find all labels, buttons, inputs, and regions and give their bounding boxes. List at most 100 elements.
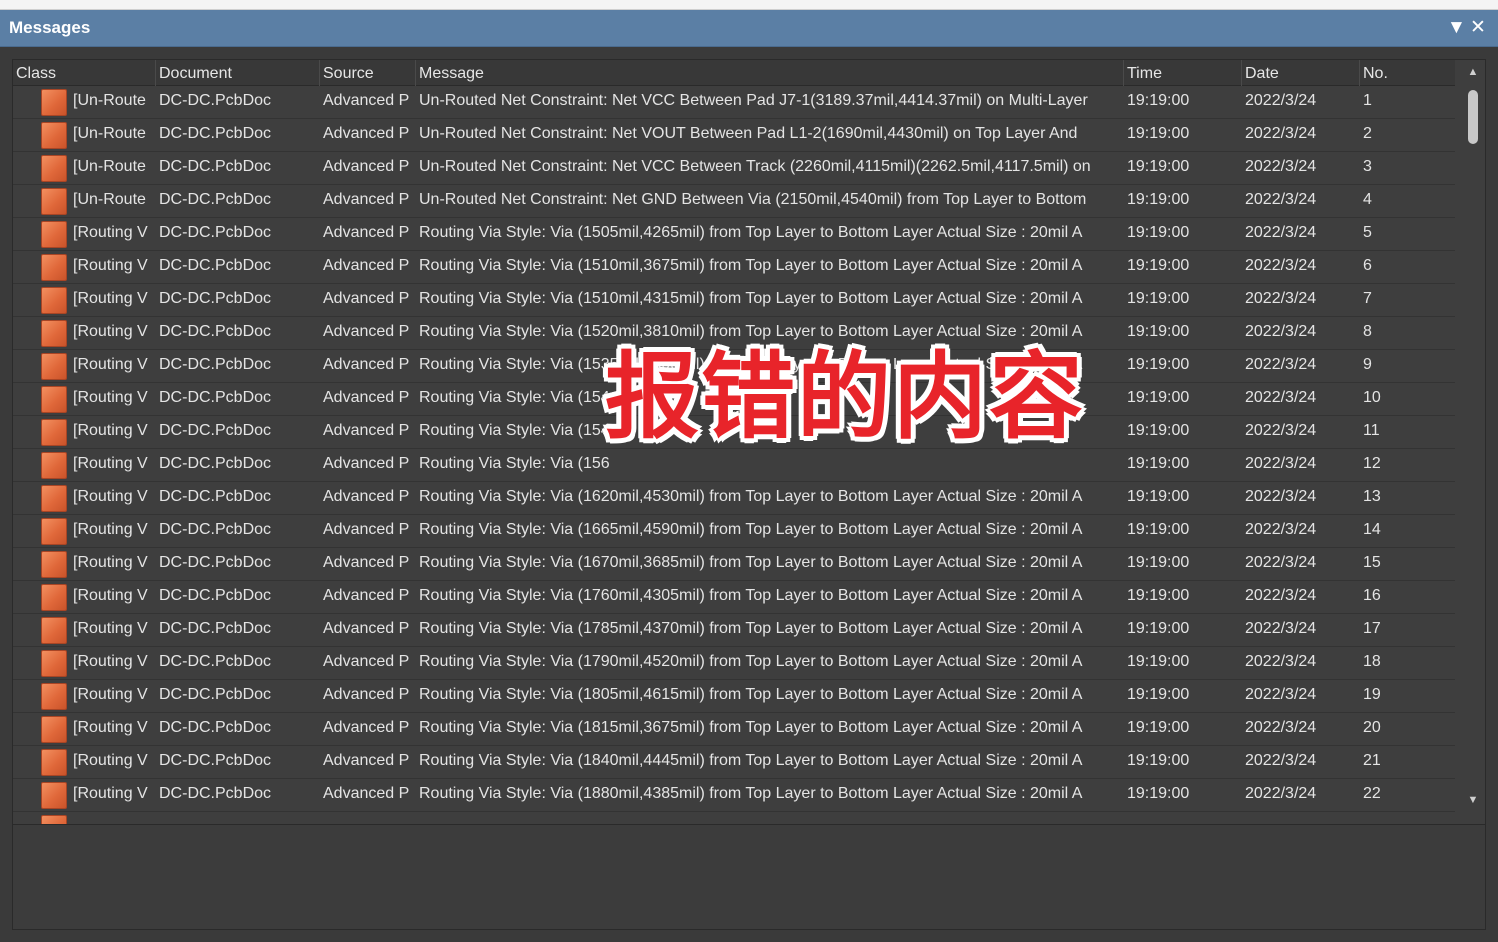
- cell-source: Advanced P: [323, 554, 410, 571]
- table-row[interactable]: [Routing V DC-DC.PcbDoc Advanced P Routing …: [13, 482, 1455, 515]
- table-row[interactable]: [Routing V DC-DC.PcbDoc Advanced P Routing …: [13, 251, 1455, 284]
- cell-time: 19:19:00: [1127, 323, 1190, 340]
- cell-source: Advanced P: [323, 290, 410, 307]
- cell-date: 2022/3/24: [1245, 488, 1317, 505]
- cell-source: Advanced P: [323, 125, 410, 142]
- column-header-source[interactable]: Source: [320, 60, 416, 86]
- table-row[interactable]: [Routing V DC-DC.PcbDoc Advanced P Routing …: [13, 614, 1455, 647]
- cell-class: [Routing V: [73, 719, 148, 736]
- cell-document: DC-DC.PcbDoc: [159, 752, 272, 769]
- cell-class: [Routing V: [73, 257, 148, 274]
- cell-class: [Routing V: [73, 785, 148, 802]
- cell-message: Routing Via Style: Via (154: [419, 422, 610, 439]
- table-row[interactable]: [Routing V DC-DC.PcbDoc Advanced P Routing …: [13, 416, 1455, 449]
- cell-source: Advanced P: [323, 620, 410, 637]
- cell-no: 20: [1363, 719, 1381, 736]
- cell-date: 2022/3/24: [1245, 620, 1317, 637]
- cell-date: 2022/3/24: [1245, 191, 1317, 208]
- cell-class: [Routing V: [73, 455, 148, 472]
- cell-message: Routing Via Style: Via (1760mil,4305mil)…: [419, 587, 1083, 604]
- column-header-message[interactable]: Message: [416, 60, 1124, 86]
- table-row[interactable]: [Routing V DC-DC.PcbDoc Advanced P Routing …: [13, 350, 1455, 383]
- warning-square-icon: [41, 749, 67, 776]
- scroll-down-icon[interactable]: ▼: [1461, 790, 1485, 810]
- table-row[interactable]: [Un-Route DC-DC.PcbDoc Advanced P Un-Routed…: [13, 152, 1455, 185]
- cell-document: DC-DC.PcbDoc: [159, 191, 272, 208]
- table-row[interactable]: [Un-Route DC-DC.PcbDoc Advanced P Un-Routed…: [13, 119, 1455, 152]
- cell-class: [Routing V: [73, 389, 148, 406]
- messages-grid: Class Document Source Message Time Date …: [12, 59, 1486, 863]
- cell-class: [Routing V: [73, 290, 148, 307]
- column-header-class[interactable]: Class: [13, 60, 156, 86]
- scroll-up-icon[interactable]: ▲: [1461, 62, 1485, 82]
- table-row[interactable]: [Routing V DC-DC.PcbDoc Advanced P Routing …: [13, 218, 1455, 251]
- cell-document: DC-DC.PcbDoc: [159, 620, 272, 637]
- cell-document: DC-DC.PcbDoc: [159, 653, 272, 670]
- cell-message: Routing Via Style: Via (1815mil,3675mil)…: [419, 719, 1083, 736]
- column-header-no[interactable]: No.: [1360, 60, 1455, 86]
- cell-no: 4: [1363, 191, 1372, 208]
- table-row[interactable]: [Routing V DC-DC.PcbDoc Advanced P Routing …: [13, 515, 1455, 548]
- warning-square-icon: [41, 584, 67, 611]
- cell-document: DC-DC.PcbDoc: [159, 389, 272, 406]
- scrollbar-thumb[interactable]: [1468, 90, 1478, 144]
- table-row[interactable]: [Un-Route DC-DC.PcbDoc Advanced P Un-Routed…: [13, 185, 1455, 218]
- cell-message: Un-Routed Net Constraint: Net VCC Betwee…: [419, 158, 1091, 175]
- cell-time: 19:19:00: [1127, 587, 1190, 604]
- cell-message: Un-Routed Net Constraint: Net GND Betwee…: [419, 191, 1087, 208]
- table-row[interactable]: [Routing V DC-DC.PcbDoc Advanced P Routing …: [13, 449, 1455, 482]
- warning-square-icon: [41, 419, 67, 446]
- column-header-date[interactable]: Date: [1242, 60, 1360, 86]
- cell-no: 7: [1363, 290, 1372, 307]
- table-row[interactable]: [Routing V DC-DC.PcbDoc Advanced P Routing …: [13, 284, 1455, 317]
- cell-date: 2022/3/24: [1245, 686, 1317, 703]
- column-header-document[interactable]: Document: [156, 60, 320, 86]
- table-row[interactable]: [Un-Route DC-DC.PcbDoc Advanced P Un-Routed…: [13, 86, 1455, 119]
- cell-document: DC-DC.PcbDoc: [159, 158, 272, 175]
- panel-menu-dropdown-icon[interactable]: ▼: [1447, 17, 1466, 39]
- cell-no: 5: [1363, 224, 1372, 241]
- cell-source: Advanced P: [323, 389, 410, 406]
- cell-class: [Routing V: [73, 356, 148, 373]
- table-row[interactable]: [Routing V DC-DC.PcbDoc Advanced P Routing …: [13, 779, 1455, 812]
- warning-square-icon: [41, 452, 67, 479]
- cell-class: [Routing V: [73, 587, 148, 604]
- cell-message: Routing Via Style: Via (1840mil,4445mil)…: [419, 752, 1083, 769]
- table-row[interactable]: [Routing V DC-DC.PcbDoc Advanced P Routing …: [13, 713, 1455, 746]
- table-row[interactable]: [Routing V DC-DC.PcbDoc Advanced P Routing …: [13, 581, 1455, 614]
- vertical-scrollbar[interactable]: ▲ ▼: [1461, 60, 1485, 862]
- cell-class: [Un-Route: [73, 92, 146, 109]
- cell-source: Advanced P: [323, 356, 410, 373]
- cell-date: 2022/3/24: [1245, 257, 1317, 274]
- table-row[interactable]: [Routing V DC-DC.PcbDoc Advanced P Routing …: [13, 317, 1455, 350]
- cell-date: 2022/3/24: [1245, 290, 1317, 307]
- table-row[interactable]: [Routing V DC-DC.PcbDoc Advanced P Routing …: [13, 383, 1455, 416]
- cell-no: 21: [1363, 752, 1381, 769]
- cell-class: [Un-Route: [73, 191, 146, 208]
- cell-source: Advanced P: [323, 488, 410, 505]
- table-row[interactable]: [Routing V DC-DC.PcbDoc Advanced P Routing …: [13, 647, 1455, 680]
- cell-date: 2022/3/24: [1245, 587, 1317, 604]
- panel-close-icon[interactable]: ✕: [1470, 17, 1486, 39]
- cell-no: 14: [1363, 521, 1381, 538]
- cell-no: 16: [1363, 587, 1381, 604]
- warning-square-icon: [41, 353, 67, 380]
- table-row[interactable]: [Routing V DC-DC.PcbDoc Advanced P Routing …: [13, 746, 1455, 779]
- cell-no: 18: [1363, 653, 1381, 670]
- cell-document: DC-DC.PcbDoc: [159, 125, 272, 142]
- table-row[interactable]: [Routing V DC-DC.PcbDoc Advanced P Routing …: [13, 680, 1455, 713]
- table-row[interactable]: [Routing V DC-DC.PcbDoc Advanced P Routing …: [13, 548, 1455, 581]
- cell-message: Un-Routed Net Constraint: Net VOUT Betwe…: [419, 125, 1078, 142]
- cell-time: 19:19:00: [1127, 653, 1190, 670]
- cell-document: DC-DC.PcbDoc: [159, 224, 272, 241]
- warning-square-icon: [41, 782, 67, 809]
- warning-square-icon: [41, 188, 67, 215]
- cell-no: 19: [1363, 686, 1381, 703]
- cell-document: DC-DC.PcbDoc: [159, 356, 272, 373]
- cell-source: Advanced P: [323, 422, 410, 439]
- warning-square-icon: [41, 650, 67, 677]
- column-header-time[interactable]: Time: [1124, 60, 1242, 86]
- cell-message: Routing Via Style: Via (1805mil,4615mil)…: [419, 686, 1083, 703]
- cell-document: DC-DC.PcbDoc: [159, 488, 272, 505]
- cell-class: [Routing V: [73, 521, 148, 538]
